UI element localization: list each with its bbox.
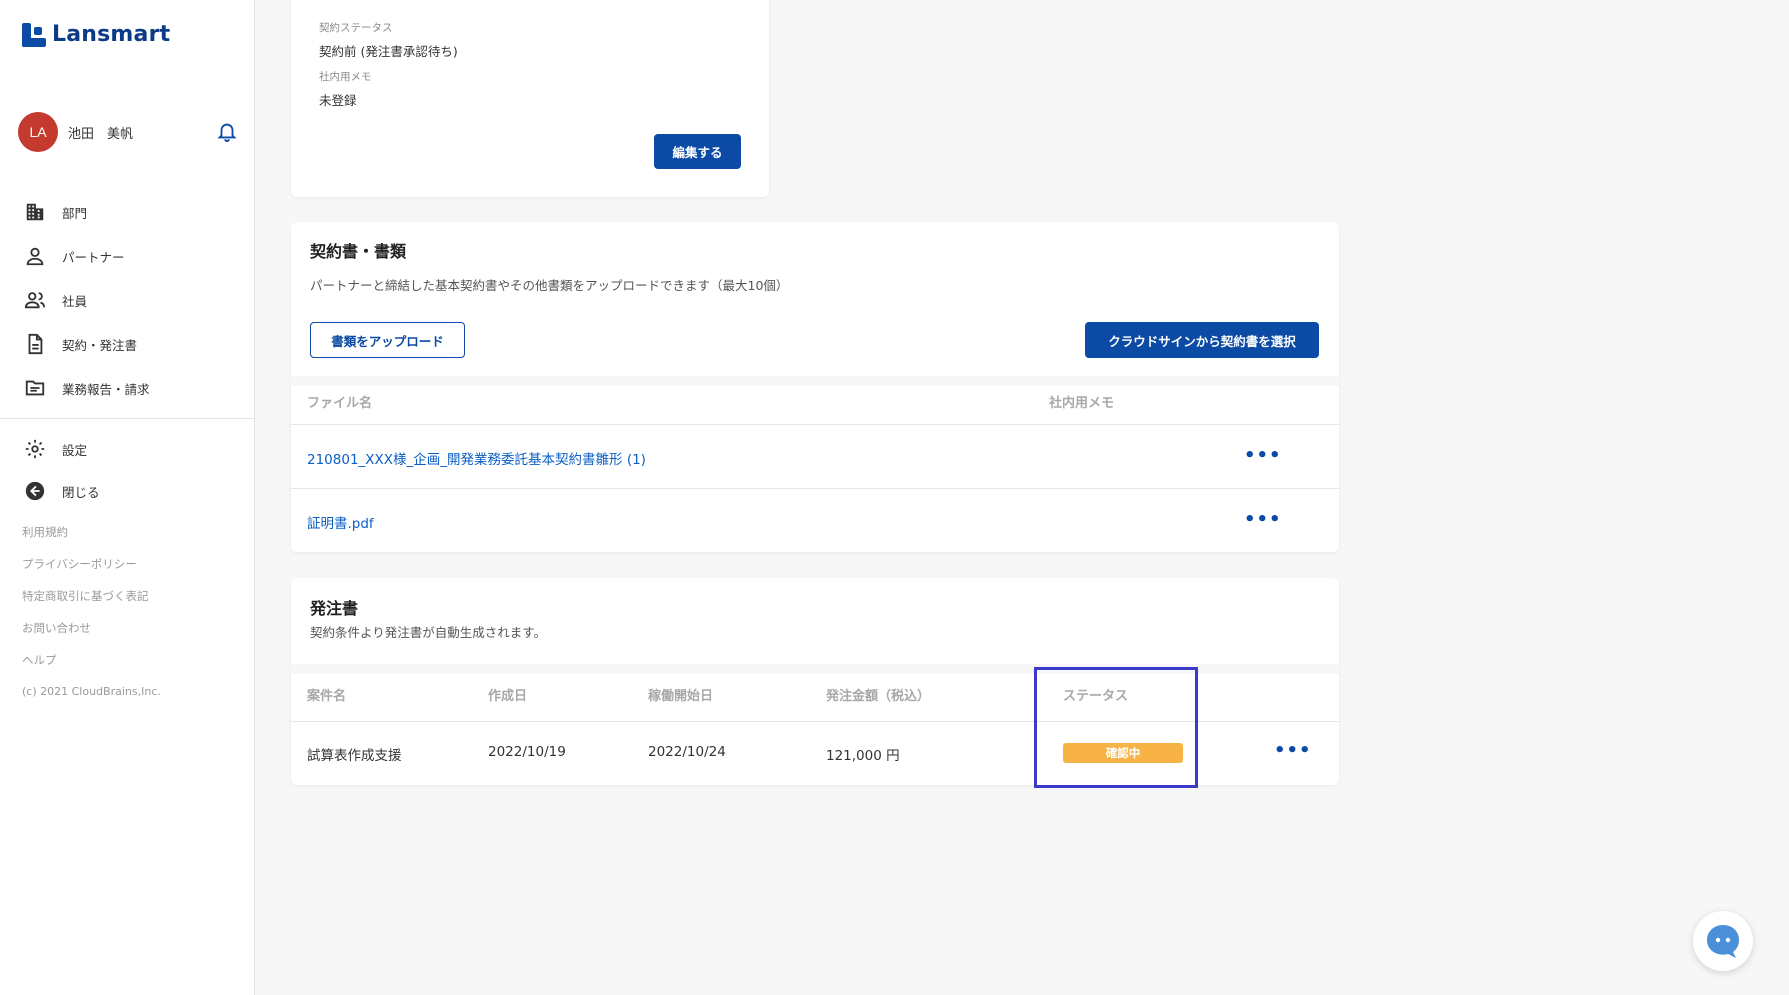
- col-start: 稼働開始日: [648, 689, 714, 704]
- cell-amount: 121,000 円: [826, 748, 900, 764]
- documents-title: 契約書・書類: [310, 242, 407, 261]
- col-created: 作成日: [488, 689, 528, 704]
- gear-icon: [25, 439, 45, 459]
- nav-item-employees[interactable]: 社員: [0, 278, 255, 322]
- col-file-name: ファイル名: [307, 396, 373, 411]
- col-project: 案件名: [307, 689, 347, 704]
- nav-item-settings[interactable]: 設定: [0, 428, 255, 470]
- file-link[interactable]: 210801_XXX様_企画_開発業務委託基本契約書雛形 (1): [307, 448, 646, 468]
- people-icon: [24, 292, 46, 309]
- user-name: 池田 美帆: [68, 126, 134, 142]
- cloudsign-button[interactable]: クラウドサインから契約書を選択: [1085, 322, 1319, 358]
- contract-status-value: 契約前 (発注書承認待ち): [319, 44, 458, 59]
- building-icon: [26, 203, 44, 221]
- chat-bot-icon: [1707, 925, 1739, 958]
- more-options-icon[interactable]: •••: [1244, 509, 1282, 530]
- more-options-icon[interactable]: •••: [1244, 445, 1282, 466]
- col-amount: 発注金額（税込）: [826, 689, 931, 704]
- upload-button[interactable]: 書類をアップロード: [310, 322, 465, 358]
- sidebar: Lansmart LA 池田 美帆 部門 パートナー 社員 契約・発注書 業務報…: [0, 0, 255, 995]
- secondary-nav: 設定 閉じる: [0, 428, 255, 512]
- folder-icon: [25, 380, 45, 396]
- nav-label: 閉じる: [62, 484, 100, 500]
- row-divider: [291, 488, 1339, 489]
- nav-label: パートナー: [62, 249, 125, 265]
- nav-label: 契約・発注書: [62, 337, 138, 353]
- nav-item-reports[interactable]: 業務報告・請求: [0, 366, 255, 410]
- nav-label: 設定: [62, 442, 88, 458]
- col-memo: 社内用メモ: [1049, 396, 1115, 411]
- status-column-highlight: [1034, 667, 1198, 788]
- section-gap: [291, 376, 1339, 386]
- user-profile: LA 池田 美帆: [18, 112, 238, 152]
- sidebar-divider: [0, 418, 255, 419]
- nav-label: 部門: [62, 205, 88, 221]
- purchase-orders-title: 発注書: [310, 599, 359, 618]
- chat-support-button[interactable]: [1693, 911, 1753, 971]
- purchase-orders-description: 契約条件より発注書が自動生成されます。: [310, 625, 547, 640]
- logo-mark-icon: [22, 22, 46, 47]
- app-logo[interactable]: Lansmart: [22, 22, 170, 47]
- cell-project: 試算表作成支援: [307, 748, 402, 764]
- documents-description: パートナーと締結した基本契約書やその他書類をアップロードできます（最大10個）: [310, 278, 789, 293]
- row-divider: [291, 424, 1339, 425]
- edit-button[interactable]: 編集する: [654, 134, 741, 169]
- footer-links: 利用規約 プライバシーポリシー 特定商取引に基づく表記 お問い合わせ ヘルプ (…: [22, 522, 161, 714]
- nav-label: 社員: [62, 293, 88, 309]
- avatar[interactable]: LA: [18, 112, 58, 152]
- footer-link-help[interactable]: ヘルプ: [22, 650, 161, 682]
- documents-card: 契約書・書類 パートナーと締結した基本契約書やその他書類をアップロードできます（…: [291, 222, 1339, 552]
- footer-link-terms[interactable]: 利用規約: [22, 522, 161, 554]
- contract-status-label: 契約ステータス: [319, 22, 393, 34]
- more-options-icon[interactable]: •••: [1274, 740, 1312, 761]
- main-nav: 部門 パートナー 社員 契約・発注書 業務報告・請求: [0, 190, 255, 410]
- footer-link-contact[interactable]: お問い合わせ: [22, 618, 161, 650]
- memo-label: 社内用メモ: [319, 71, 372, 83]
- contract-info-card: 契約ステータス 契約前 (発注書承認待ち) 社内用メモ 未登録 編集する: [291, 0, 769, 197]
- nav-item-partners[interactable]: パートナー: [0, 234, 255, 278]
- bell-icon[interactable]: [216, 120, 238, 142]
- nav-item-close[interactable]: 閉じる: [0, 470, 255, 512]
- nav-item-departments[interactable]: 部門: [0, 190, 255, 234]
- copyright: (c) 2021 CloudBrains,Inc.: [22, 685, 161, 698]
- memo-value: 未登録: [319, 93, 357, 108]
- nav-item-contracts[interactable]: 契約・発注書: [0, 322, 255, 366]
- footer-link-privacy[interactable]: プライバシーポリシー: [22, 554, 161, 586]
- cell-start: 2022/10/24: [648, 744, 726, 760]
- arrow-left-circle-icon: [25, 481, 45, 501]
- nav-label: 業務報告・請求: [62, 381, 150, 397]
- footer-link-commerce[interactable]: 特定商取引に基づく表記: [22, 586, 161, 618]
- cell-created: 2022/10/19: [488, 744, 566, 760]
- logo-text: Lansmart: [52, 22, 171, 47]
- person-icon: [26, 247, 44, 266]
- file-link[interactable]: 証明書.pdf: [307, 512, 374, 532]
- document-icon: [28, 333, 43, 355]
